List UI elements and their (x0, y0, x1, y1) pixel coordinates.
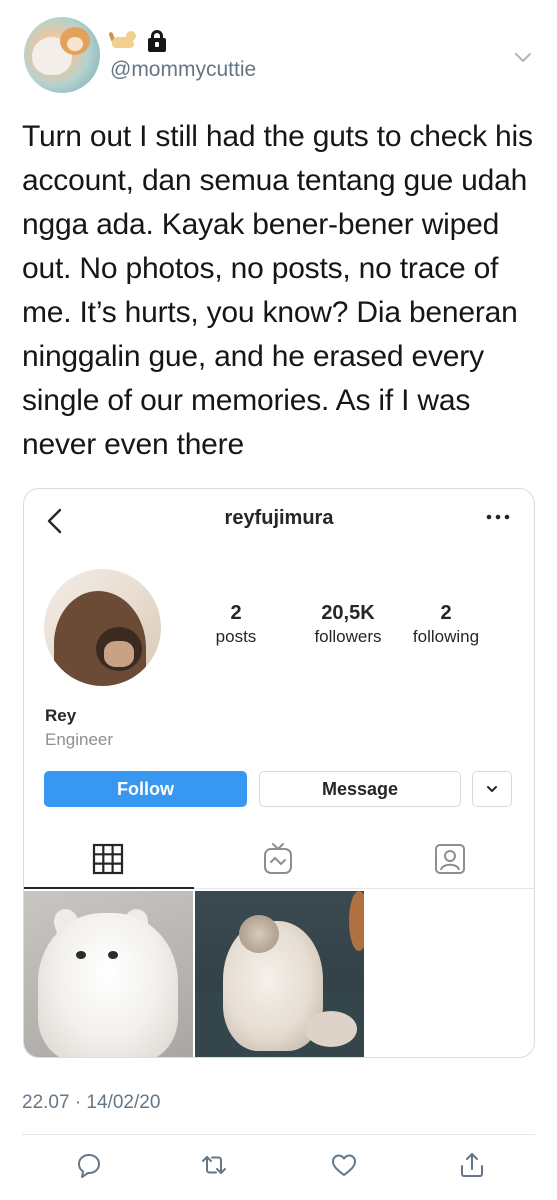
retweet-icon[interactable] (200, 1151, 228, 1179)
profile-name: Rey (45, 706, 77, 725)
following-count: 2 (440, 602, 452, 624)
post-thumbnail (24, 891, 193, 1057)
following-stat: 2 following (402, 601, 490, 649)
lock-icon (146, 28, 168, 52)
attached-photo[interactable]: reyfujimura 2 posts 20,5K followers 2 fo… (23, 488, 535, 1058)
share-icon[interactable] (458, 1151, 486, 1179)
profile-bio: Engineer (45, 730, 114, 749)
chevron-down-icon[interactable] (512, 46, 534, 68)
reply-icon[interactable] (75, 1151, 103, 1179)
posts-count: 2 (230, 602, 242, 624)
followers-count: 20,5K (321, 602, 375, 624)
profile-username: reyfujimura (224, 507, 334, 529)
suggested-dropdown-button (472, 771, 512, 807)
more-options-icon[interactable] (485, 511, 511, 523)
display-name-emoji (108, 28, 168, 52)
divider (22, 1134, 535, 1135)
tweet-timestamp[interactable]: 22.07 · 14/02/20 (22, 1092, 160, 1114)
tweet-text: Turn out I still had the guts to check h… (22, 120, 533, 461)
posts-stat: 2 posts (200, 601, 272, 649)
author-avatar[interactable] (24, 17, 100, 93)
profile-avatar (44, 569, 161, 686)
igtv-icon (264, 843, 292, 874)
tagged-icon (435, 844, 465, 874)
author-handle[interactable]: @mommycuttie (110, 58, 256, 82)
followers-stat: 20,5K followers (296, 601, 400, 649)
following-label: following (412, 627, 480, 646)
active-tab-indicator (24, 887, 194, 889)
posts-label: posts (215, 627, 257, 646)
cat-emoji-icon (108, 29, 136, 51)
chevron-down-icon (487, 786, 497, 792)
grid-icon (92, 843, 124, 875)
post-thumbnail (195, 891, 364, 1057)
like-icon[interactable] (330, 1151, 358, 1179)
message-button: Message (259, 771, 461, 807)
follow-button: Follow (44, 771, 247, 807)
followers-label: followers (314, 627, 382, 646)
